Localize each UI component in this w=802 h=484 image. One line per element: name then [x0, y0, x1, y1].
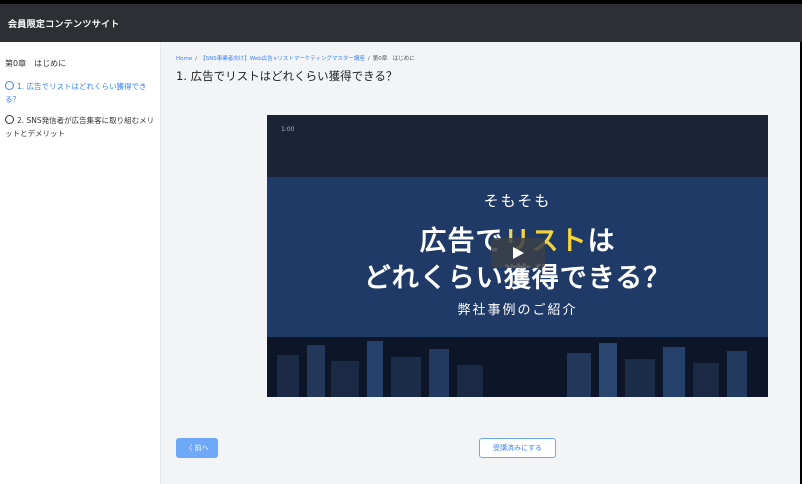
- breadcrumb-home[interactable]: Home: [176, 56, 192, 62]
- lesson-label: 2. SNS発信者が広告集客に取り組むメリットとデメリット: [5, 116, 155, 138]
- breadcrumb-course[interactable]: 【SNS事業者向け】Web広告×リストマーケティングマスター講座: [200, 56, 365, 62]
- lesson-item-1[interactable]: 1. 広告でリストはどれくらい獲得できる？: [5, 80, 155, 106]
- headline-part: は: [587, 226, 616, 257]
- chapter-heading: 第0章 はじめに: [5, 59, 67, 68]
- play-button[interactable]: [491, 238, 545, 268]
- circle-icon: [5, 81, 14, 90]
- circle-icon: [5, 115, 14, 124]
- main-content: Home / 【SNS事業者向け】Web広告×リストマーケティングマスター講座 / 第0…: [161, 42, 802, 484]
- video-time: 1:00: [281, 126, 295, 133]
- site-header: 会員限定コンテンツサイト: [0, 4, 802, 42]
- page-title: 1. 広告でリストはどれくらい獲得できる？: [176, 69, 398, 83]
- course-sidebar: 第0章 はじめに 1. 広告でリストはどれくらい獲得できる？ 2. SNS発信者…: [0, 42, 161, 484]
- lesson-item-2[interactable]: 2. SNS発信者が広告集客に取り組むメリットとデメリット: [5, 114, 155, 140]
- prev-button[interactable]: 〈 前へ: [176, 438, 218, 458]
- breadcrumb-current: 第0章 はじめに: [372, 56, 415, 62]
- app-window: 会員限定コンテンツサイト 第0章 はじめに 1. 広告でリストはどれくらい獲得で…: [0, 0, 802, 484]
- video-player[interactable]: 1:00 そもそも 広告でリストは どれくらい獲得できる？ 弊社事例のご紹介: [267, 115, 768, 397]
- mark-complete-button[interactable]: 受講済みにする: [479, 438, 556, 458]
- breadcrumb-separator: /: [367, 56, 370, 62]
- video-subheading: そもそも: [483, 192, 552, 210]
- skyline-svg: [277, 341, 747, 397]
- play-icon: [513, 247, 524, 259]
- lesson-label: 1. 広告でリストはどれくらい獲得できる？: [5, 82, 147, 104]
- city-skyline-image: [267, 337, 768, 397]
- video-top-area: 1:00: [267, 115, 768, 177]
- breadcrumb: Home / 【SNS事業者向け】Web広告×リストマーケティングマスター講座 / 第0…: [176, 54, 415, 62]
- video-caption: 弊社事例のご紹介: [457, 303, 578, 318]
- breadcrumb-separator: /: [195, 56, 198, 62]
- site-title[interactable]: 会員限定コンテンツサイト: [8, 17, 120, 30]
